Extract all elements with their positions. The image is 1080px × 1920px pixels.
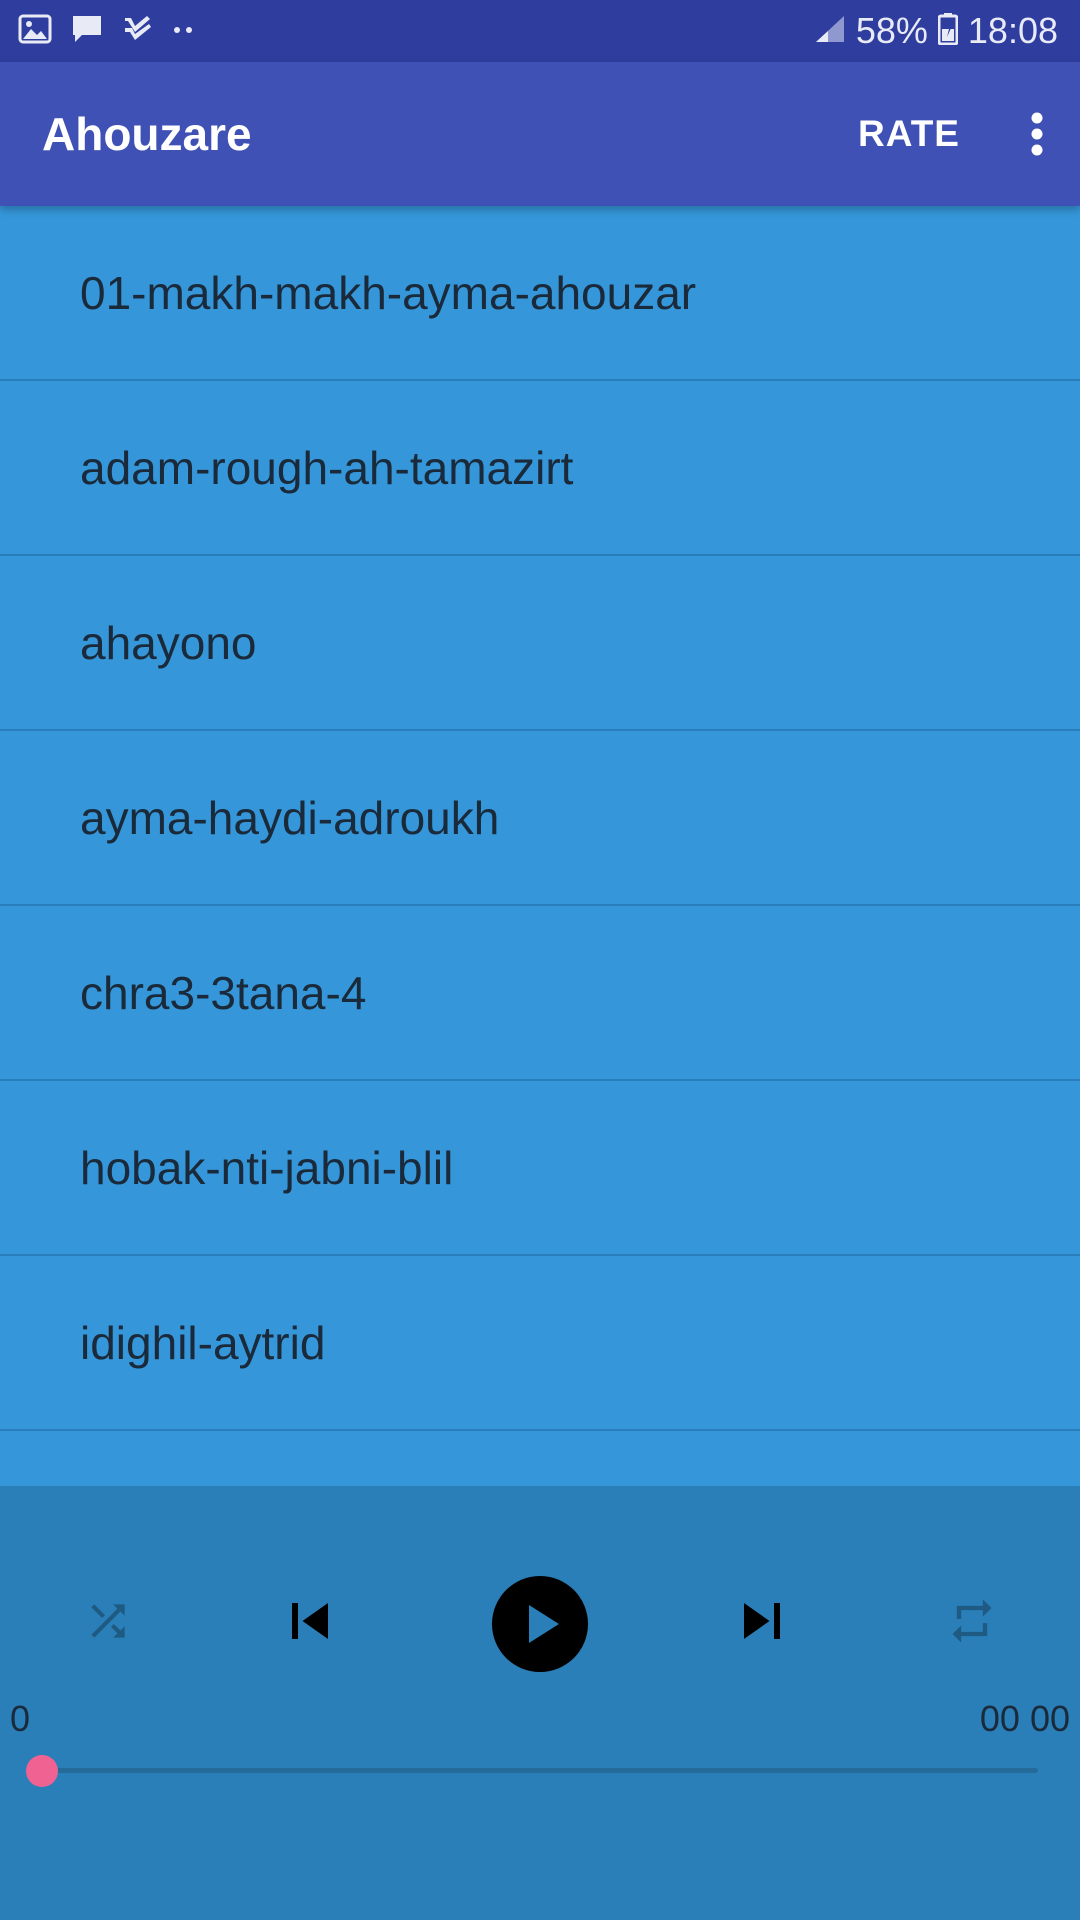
screen: 58% 18:08 Ahouzare RATE 01-makh-makh-aym… [0,0,1080,1920]
task-check-icon [122,14,154,49]
track-title: 01-makh-makh-ayma-ahouzar [80,266,697,319]
track-title: hobak-nti-jabni-blil [80,1141,454,1194]
list-item[interactable]: adam-rough-ah-tamazirt [0,381,1080,556]
list-item[interactable] [0,1431,1080,1486]
rate-button[interactable]: RATE [858,113,960,155]
seek-bar[interactable] [40,1768,1038,1773]
shuffle-button[interactable] [78,1591,138,1651]
list-item[interactable]: chra3-3tana-4 [0,906,1080,1081]
overflow-menu-button[interactable] [1022,104,1052,164]
app-bar: Ahouzare RATE [0,62,1080,206]
track-title: idighil-aytrid [80,1316,326,1369]
track-title: adam-rough-ah-tamazirt [80,441,574,494]
battery-icon [937,12,959,50]
signal-icon [814,14,846,49]
player-controls [0,1566,1080,1676]
gallery-icon [18,14,52,49]
repeat-button[interactable] [942,1591,1002,1651]
play-button[interactable] [490,1574,590,1674]
track-title: ayma-haydi-adroukh [80,791,500,844]
app-title: Ahouzare [42,108,252,160]
repeat-icon [952,1599,992,1643]
track-title: chra3-3tana-4 [80,966,367,1019]
play-icon [492,1576,588,1672]
more-vert-icon [1031,112,1043,156]
clock: 18:08 [967,10,1058,51]
app-actions: RATE [858,104,1052,164]
list-item[interactable]: ayma-haydi-adroukh [0,731,1080,906]
message-icon [70,13,104,50]
more-notifications-icon [172,22,196,40]
seek-thumb[interactable] [26,1755,58,1787]
battery-percent: 58% [855,10,928,51]
status-bar: 58% 18:08 [0,0,1080,62]
notification-icons [18,13,214,50]
elapsed-time: 0 [10,1698,31,1739]
track-title: ahayono [80,616,257,669]
list-item[interactable]: ahayono [0,556,1080,731]
skip-next-icon [744,1603,780,1639]
previous-button[interactable] [270,1581,350,1661]
skip-previous-icon [292,1603,328,1639]
next-button[interactable] [722,1581,802,1661]
list-item[interactable]: idighil-aytrid [0,1256,1080,1431]
list-item[interactable]: 01-makh-makh-ayma-ahouzar [0,206,1080,381]
system-status: 58% 18:08 [804,10,1058,52]
player-panel: 0 00 00 [0,1486,1080,1920]
shuffle-icon [91,1604,125,1638]
total-time: 00 00 [979,1698,1070,1739]
track-list: 01-makh-makh-ayma-ahouzar adam-rough-ah-… [0,206,1080,1486]
list-item[interactable]: hobak-nti-jabni-blil [0,1081,1080,1256]
